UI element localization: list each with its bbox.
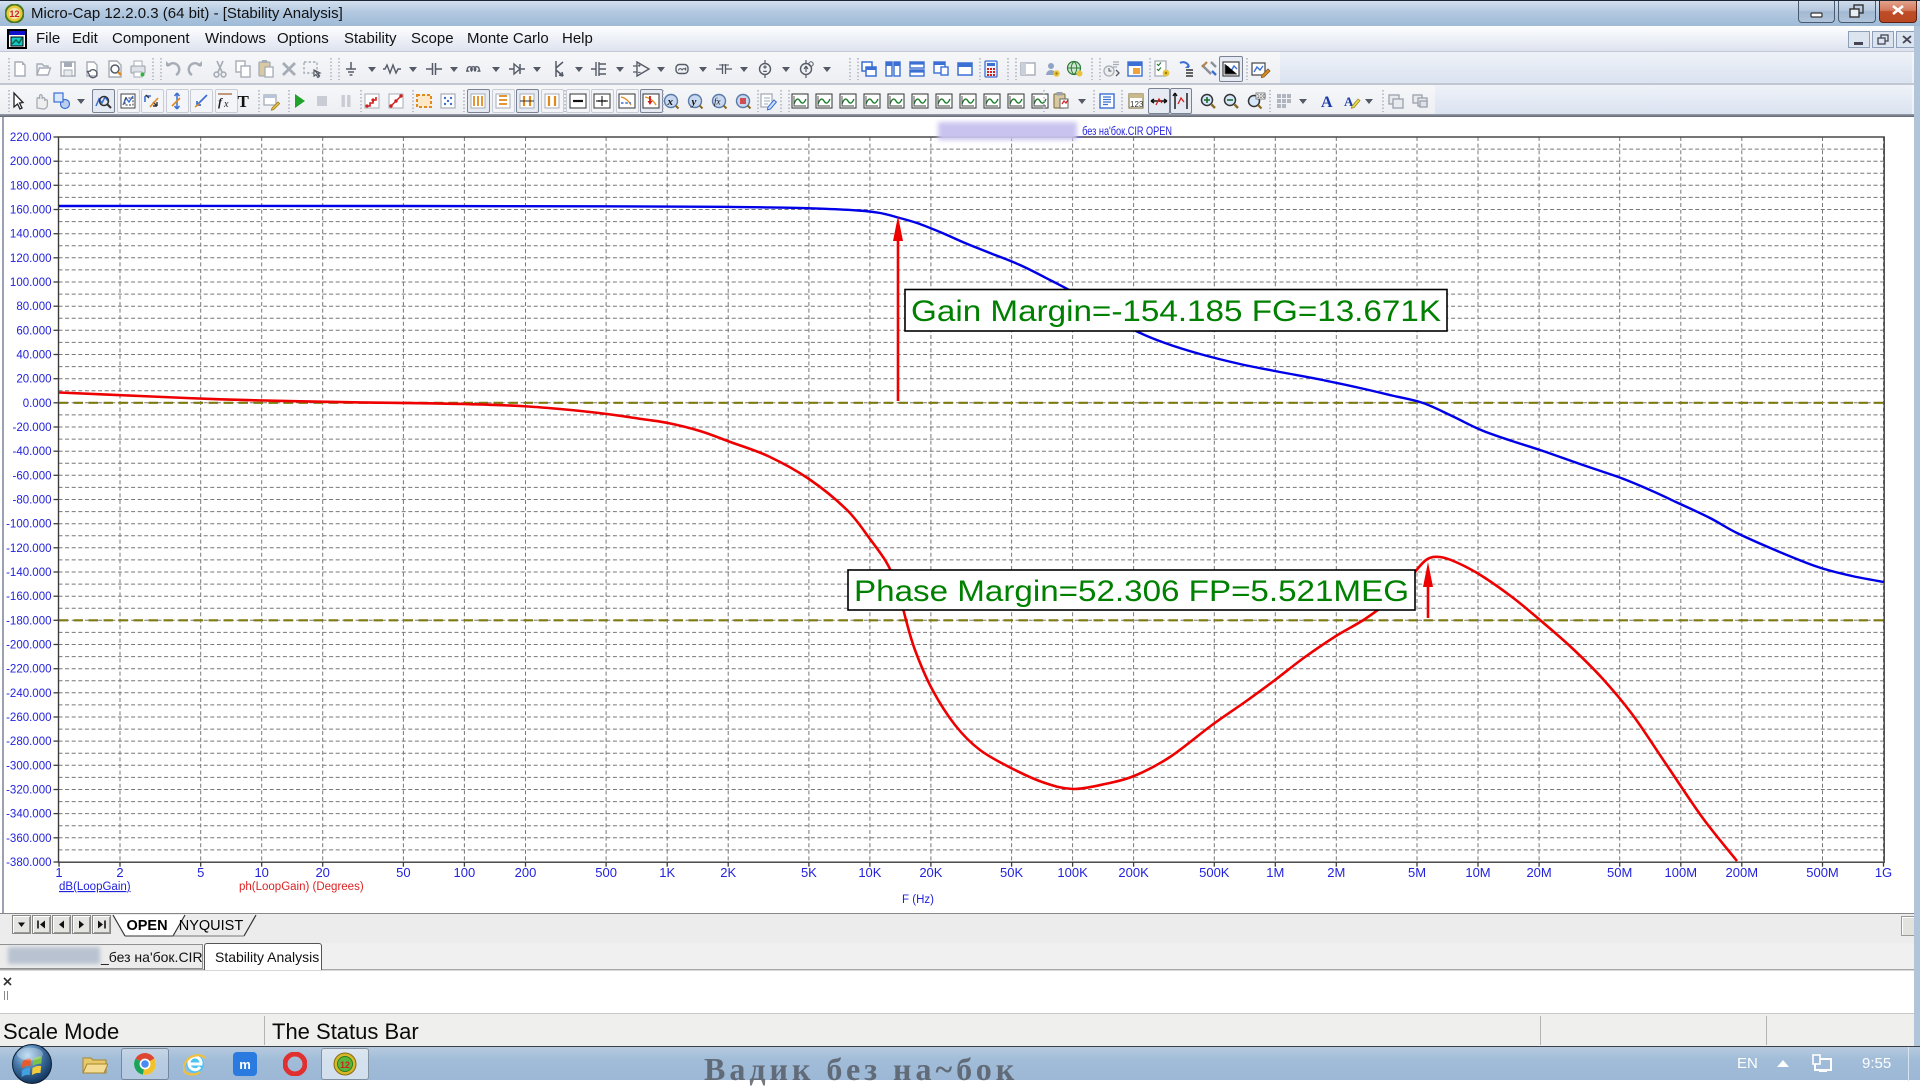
svg-text:10K: 10K	[858, 865, 881, 880]
svg-text:80.000: 80.000	[16, 301, 51, 313]
svg-text:-200.000: -200.000	[6, 640, 51, 652]
svg-text:0.000: 0.000	[23, 398, 52, 410]
svg-text:-140.000: -140.000	[6, 567, 51, 579]
svg-text:200: 200	[515, 865, 537, 880]
svg-text:20M: 20M	[1526, 865, 1551, 880]
svg-text:-380.000: -380.000	[6, 857, 51, 869]
svg-text:-340.000: -340.000	[6, 809, 51, 821]
svg-text:60.000: 60.000	[16, 325, 51, 337]
svg-text:m: m	[239, 1057, 251, 1072]
svg-text:_без на'бок.CIR OPEN: _без на'бок.CIR OPEN	[1076, 124, 1172, 138]
svg-text:-280.000: -280.000	[6, 736, 51, 748]
svg-text:2K: 2K	[720, 865, 736, 880]
svg-text:500: 500	[595, 865, 617, 880]
svg-text:OPEN: OPEN	[126, 918, 167, 934]
svg-text:12: 12	[9, 9, 19, 19]
svg-text:10M: 10M	[1465, 865, 1490, 880]
svg-text:5: 5	[197, 865, 204, 880]
svg-text:160.000: 160.000	[10, 205, 52, 217]
svg-text:-180.000: -180.000	[6, 615, 51, 627]
svg-text:-240.000: -240.000	[6, 688, 51, 700]
svg-text:-160.000: -160.000	[6, 591, 51, 603]
svg-text:200M: 200M	[1726, 865, 1759, 880]
svg-text:500M: 500M	[1806, 865, 1839, 880]
svg-text:-20.000: -20.000	[12, 422, 51, 434]
svg-text:ph(LoopGain) (Degrees): ph(LoopGain) (Degrees)	[239, 881, 364, 893]
svg-text:-300.000: -300.000	[6, 760, 51, 772]
svg-text:100M: 100M	[1665, 865, 1698, 880]
svg-text:2M: 2M	[1327, 865, 1345, 880]
svg-text:20.000: 20.000	[16, 374, 51, 386]
svg-text:180.000: 180.000	[10, 180, 52, 192]
svg-text:20: 20	[315, 865, 329, 880]
svg-text:12: 12	[340, 1060, 350, 1070]
svg-text:2: 2	[116, 865, 123, 880]
svg-text:140.000: 140.000	[10, 229, 52, 241]
svg-text:5K: 5K	[801, 865, 817, 880]
svg-text:500K: 500K	[1199, 865, 1230, 880]
svg-text:1M: 1M	[1266, 865, 1284, 880]
svg-text:-360.000: -360.000	[6, 833, 51, 845]
svg-text:Phase Margin=52.306 FP=5.521ME: Phase Margin=52.306 FP=5.521MEG	[854, 575, 1409, 608]
svg-text:220.000: 220.000	[10, 132, 52, 144]
svg-text:-220.000: -220.000	[6, 664, 51, 676]
svg-text:-120.000: -120.000	[6, 543, 51, 555]
svg-text:Gain Margin=-154.185 FG=13.671: Gain Margin=-154.185 FG=13.671K	[911, 295, 1441, 328]
svg-text:120.000: 120.000	[10, 253, 52, 265]
svg-text:200.000: 200.000	[10, 156, 52, 168]
svg-text:-60.000: -60.000	[12, 470, 51, 482]
svg-text:dB(LoopGain): dB(LoopGain)	[59, 881, 131, 893]
svg-text:F (Hz): F (Hz)	[902, 894, 934, 906]
svg-text:-320.000: -320.000	[6, 785, 51, 797]
svg-text:100.000: 100.000	[10, 277, 52, 289]
svg-text:10: 10	[254, 865, 268, 880]
svg-text:50M: 50M	[1607, 865, 1632, 880]
svg-text:1: 1	[55, 865, 62, 880]
svg-text:100: 100	[454, 865, 476, 880]
svg-text:40.000: 40.000	[16, 350, 51, 362]
svg-text:1K: 1K	[659, 865, 675, 880]
svg-text:200K: 200K	[1118, 865, 1149, 880]
svg-text:20K: 20K	[919, 865, 942, 880]
svg-text:50: 50	[396, 865, 410, 880]
svg-text:100K: 100K	[1057, 865, 1088, 880]
svg-text:-260.000: -260.000	[6, 712, 51, 724]
svg-text:-40.000: -40.000	[12, 446, 51, 458]
svg-text:NYQUIST: NYQUIST	[179, 918, 244, 934]
svg-text:5M: 5M	[1408, 865, 1426, 880]
svg-text:-100.000: -100.000	[6, 519, 51, 531]
svg-text:50K: 50K	[1000, 865, 1023, 880]
svg-text:-80.000: -80.000	[12, 495, 51, 507]
svg-text:1G: 1G	[1875, 865, 1892, 880]
